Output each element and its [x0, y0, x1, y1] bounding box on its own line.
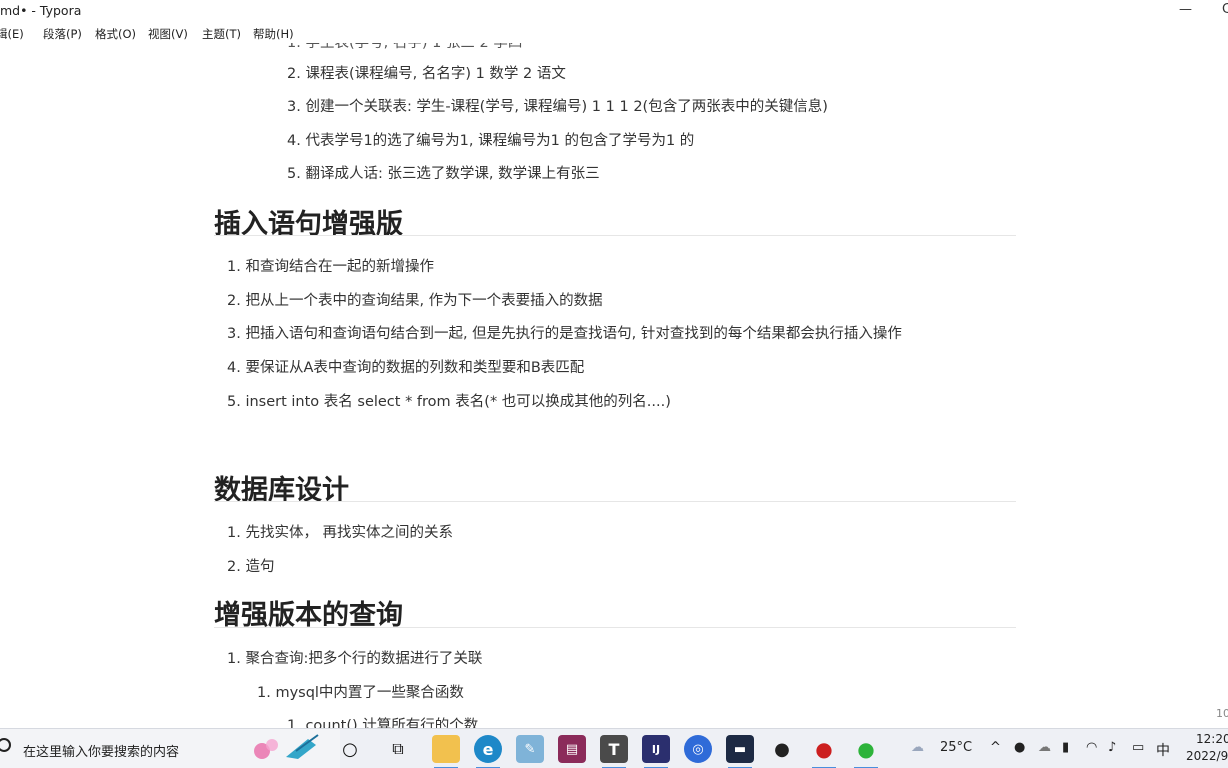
list-item: 3. 把插入语句和查询语句结合到一起, 但是先执行的是查找语句, 针对查找到的每…: [227, 326, 902, 342]
list-item: 4. 代表学号1的选了编号为1, 课程编号为1 的包含了学号为1 的: [287, 133, 695, 149]
list-item: 2. 课程表(课程编号, 名名字) 1 数学 2 语文: [287, 66, 566, 82]
paint-icon[interactable]: ✎: [516, 735, 544, 763]
clock-time[interactable]: 12:20: [1196, 732, 1228, 746]
menu-edit[interactable]: 辑(E): [0, 26, 24, 42]
weather-icon[interactable]: ☁: [911, 740, 924, 755]
battery-icon[interactable]: ▭: [1132, 740, 1144, 755]
list-item: 2. 造句: [227, 559, 275, 575]
document-area[interactable]: 1. 学生表(学号, 名字) 1 张三 2 李四 2. 课程表(课程编号, 名名…: [0, 43, 1228, 728]
hummingbird-decoration-icon: [254, 734, 319, 759]
file-explorer-icon[interactable]: [432, 735, 460, 768]
volume-icon[interactable]: ♪: [1108, 740, 1116, 755]
list-item: 1. mysql中内置了一些聚合函数: [257, 685, 464, 701]
tray-chevron-icon[interactable]: ^: [990, 740, 1001, 755]
menu-view[interactable]: 视图(V): [148, 26, 188, 42]
list-item: 1. 聚合查询:把多个行的数据进行了关联: [227, 651, 483, 667]
browser-icon[interactable]: ◎: [684, 735, 712, 763]
terminal-icon[interactable]: ▬: [726, 735, 754, 768]
task-view-icon[interactable]: ⧉: [384, 735, 412, 763]
menu-format[interactable]: 格式(O): [95, 26, 136, 42]
menu-bar: 辑(E) 段落(P) 格式(O) 视图(V) 主题(T) 帮助(H): [0, 23, 1228, 43]
taskbar: 在这里输入你要搜索的内容 ○ ⧉ e ✎ ▤ T IJ ◎ ▬ ● ● ● ☁ …: [0, 728, 1228, 768]
list-item: 5. 翻译成人话: 张三选了数学课, 数学课上有张三: [287, 166, 600, 182]
cortana-icon[interactable]: ○: [336, 735, 364, 763]
menu-theme[interactable]: 主题(T): [202, 26, 241, 42]
recorder-icon[interactable]: ●: [810, 735, 838, 768]
input-method-indicator[interactable]: 中: [1156, 740, 1170, 760]
heading-divider: [214, 627, 1016, 628]
title-bar: .md• - Typora — C: [0, 0, 1228, 22]
clock-date[interactable]: 2022/9/: [1186, 749, 1228, 763]
list-item: 1. 和查询结合在一起的新增操作: [227, 259, 434, 275]
minimize-button[interactable]: —: [1179, 2, 1192, 17]
network-icon[interactable]: ◠: [1086, 740, 1097, 755]
typora-icon[interactable]: T: [600, 735, 628, 768]
list-item: 3. 创建一个关联表: 学生-课程(学号, 课程编号) 1 1 1 2(包含了两…: [287, 99, 828, 115]
weather-temperature[interactable]: 25°C: [940, 740, 972, 755]
corner-label: 10: [1216, 707, 1228, 720]
close-button[interactable]: C: [1222, 2, 1228, 17]
heading-divider: [214, 501, 1016, 502]
cloud-icon[interactable]: ☁: [1038, 740, 1051, 755]
qq-tray-icon[interactable]: ●: [1014, 740, 1025, 755]
list-item: 2. 把从上一个表中的查询结果, 作为下一个表要插入的数据: [227, 293, 603, 309]
list-item: 5. insert into 表名 select * from 表名(* 也可以…: [227, 394, 671, 410]
list-item: 1. 学生表(学号, 名字) 1 张三 2 李四: [287, 43, 523, 51]
window-title: .md• - Typora: [0, 3, 82, 18]
search-icon: [0, 738, 11, 752]
wechat-icon[interactable]: ●: [852, 735, 880, 768]
intellij-icon[interactable]: IJ: [642, 735, 670, 768]
search-placeholder: 在这里输入你要搜索的内容: [23, 745, 180, 760]
list-item: 1. 先找实体， 再找实体之间的关系: [227, 525, 454, 541]
qq-icon[interactable]: ●: [768, 735, 796, 763]
microphone-icon[interactable]: ▮: [1062, 740, 1069, 755]
list-item: 4. 要保证从A表中查询的数据的列数和类型要和B表匹配: [227, 360, 585, 376]
edge-icon[interactable]: e: [474, 735, 502, 768]
menu-paragraph[interactable]: 段落(P): [43, 26, 82, 42]
heading-divider: [214, 235, 1016, 236]
menu-help[interactable]: 帮助(H): [253, 26, 294, 42]
winrar-icon[interactable]: ▤: [558, 735, 586, 763]
list-item: 1. count() 计算所有行的个数: [287, 718, 479, 728]
taskbar-search-box[interactable]: 在这里输入你要搜索的内容: [0, 729, 340, 768]
